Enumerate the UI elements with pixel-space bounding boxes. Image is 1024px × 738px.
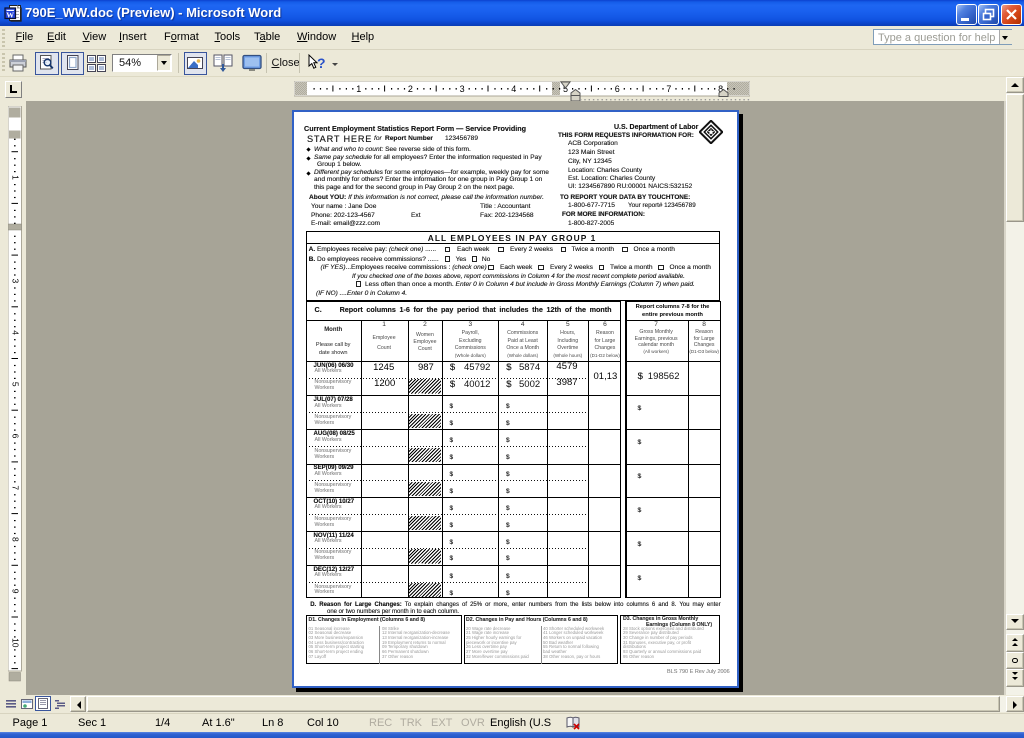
svg-text:4: 4	[10, 330, 20, 335]
svg-text:3: 3	[10, 279, 20, 284]
svg-text:6: 6	[10, 434, 20, 439]
svg-text:10: 10	[10, 638, 20, 648]
svg-text:8: 8	[10, 537, 20, 542]
svg-text:W: W	[6, 10, 14, 19]
svg-text:7: 7	[10, 485, 20, 490]
svg-text:9: 9	[10, 589, 20, 594]
svg-text:3: 3	[460, 84, 465, 94]
svg-text:4: 4	[511, 84, 516, 94]
svg-text:2: 2	[408, 84, 413, 94]
svg-text:6: 6	[615, 84, 620, 94]
svg-text:7: 7	[666, 84, 671, 94]
svg-text:1: 1	[356, 84, 361, 94]
svg-text:1: 1	[10, 175, 20, 180]
svg-text:5: 5	[10, 382, 20, 387]
svg-text:?: ?	[317, 55, 326, 71]
